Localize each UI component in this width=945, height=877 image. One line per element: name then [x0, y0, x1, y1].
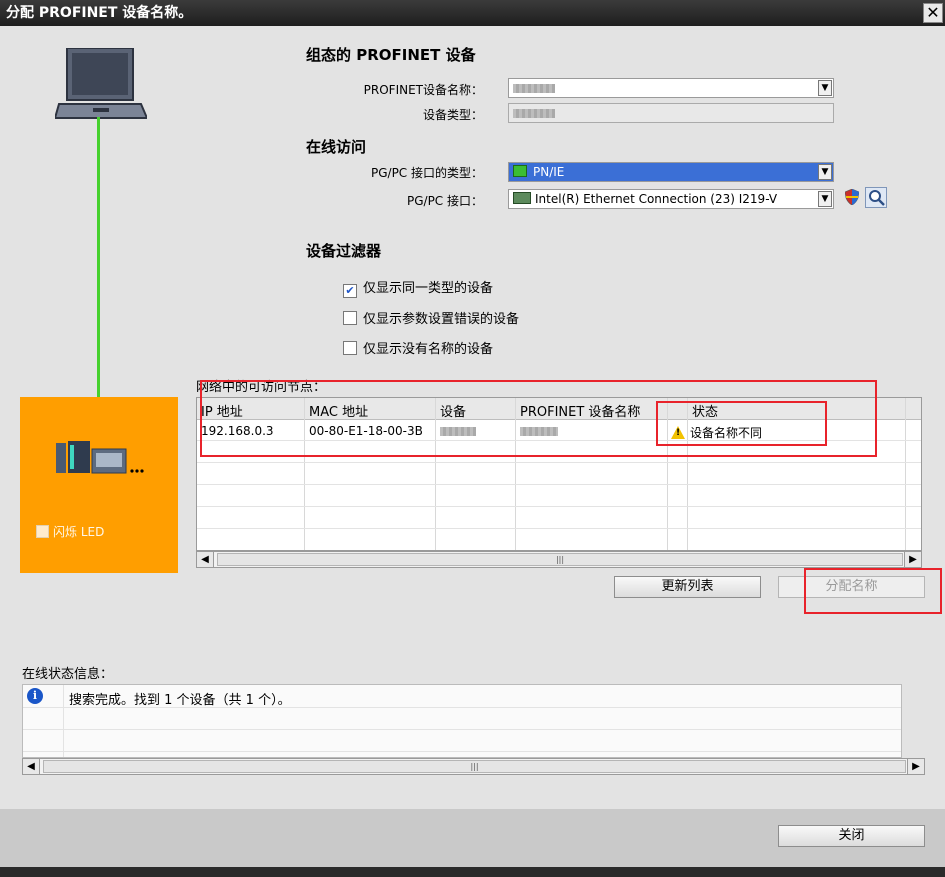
- filter-option-label: 仅显示同一类型的设备: [363, 281, 494, 296]
- filter-no-name-checkbox[interactable]: 仅显示没有名称的设备: [343, 338, 493, 357]
- flash-led-checkbox[interactable]: 闪烁 LED: [36, 523, 104, 540]
- filter-option-label: 仅显示没有名称的设备: [363, 342, 494, 357]
- checkbox-icon: [343, 341, 357, 355]
- device-type-field: [508, 103, 834, 123]
- table-row: [197, 464, 921, 485]
- interface-type-select[interactable]: PN/IE ▼: [508, 162, 834, 182]
- magnifier-icon: [869, 190, 885, 206]
- redacted-value: [513, 109, 555, 118]
- interface-select[interactable]: Intel(R) Ethernet Connection (23) I219-V…: [508, 189, 834, 209]
- title-bar: 分配 PROFINET 设备名称。 ✕: [0, 0, 945, 26]
- scroll-right-icon[interactable]: ▶: [907, 759, 924, 774]
- interface-type-value: PN/IE: [533, 165, 565, 179]
- divider: [23, 729, 901, 730]
- interface-label: PG/PC 接口：: [406, 194, 483, 208]
- configured-device-heading: 组态的 PROFINET 设备: [306, 46, 476, 64]
- table-row: [197, 508, 921, 529]
- plc-device-icon: [56, 441, 144, 474]
- redacted-value: [513, 84, 555, 93]
- chevron-down-icon[interactable]: ▼: [818, 191, 832, 207]
- scroll-right-icon[interactable]: ▶: [904, 552, 921, 567]
- device-type-label: 设备类型：: [422, 108, 483, 122]
- highlight-box: [656, 401, 827, 446]
- status-message: 搜索完成。找到 1 个设备（共 1 个）。: [69, 693, 291, 708]
- checkbox-icon: [343, 311, 357, 325]
- scroll-left-icon[interactable]: ◀: [23, 759, 40, 774]
- device-panel: 闪烁 LED: [20, 397, 178, 573]
- taskbar-edge: [0, 867, 945, 877]
- divider: [23, 751, 901, 752]
- filter-same-type-checkbox[interactable]: ✔ 仅显示同一类型的设备: [343, 277, 493, 298]
- interface-type-label: PG/PC 接口的类型：: [370, 166, 483, 180]
- diagnostics-button[interactable]: [865, 187, 887, 208]
- scroll-thumb[interactable]: |||: [217, 553, 903, 566]
- interface-value: Intel(R) Ethernet Connection (23) I219-V: [535, 192, 778, 206]
- device-name-label: PROFINET设备名称：: [363, 83, 483, 97]
- device-name-combobox[interactable]: ▼: [508, 78, 834, 98]
- close-button[interactable]: 关闭: [778, 825, 925, 847]
- node-list-scrollbar[interactable]: ◀ ||| ▶: [196, 551, 922, 568]
- scroll-thumb[interactable]: |||: [43, 760, 906, 773]
- window-title: 分配 PROFINET 设备名称。: [6, 5, 193, 21]
- close-window-button[interactable]: ✕: [923, 3, 943, 23]
- table-row: [197, 486, 921, 507]
- dialog-footer: 关闭: [0, 809, 945, 867]
- filter-param-error-checkbox[interactable]: 仅显示参数设置错误的设备: [343, 308, 519, 327]
- chevron-down-icon[interactable]: ▼: [818, 164, 832, 180]
- shield-icon[interactable]: [845, 189, 859, 205]
- device-filter-heading: 设备过滤器: [306, 242, 382, 260]
- divider: [63, 685, 64, 757]
- filter-option-label: 仅显示参数设置错误的设备: [363, 312, 520, 327]
- status-scrollbar[interactable]: ◀ ||| ▶: [22, 758, 925, 775]
- info-icon: i: [27, 688, 43, 704]
- checkbox-icon: [36, 525, 49, 538]
- status-info-caption: 在线状态信息：: [22, 667, 114, 682]
- network-card-icon: [513, 192, 531, 204]
- flash-led-label: 闪烁 LED: [53, 525, 105, 539]
- checkmark-icon: ✔: [343, 284, 357, 298]
- pn-ie-icon: [513, 165, 527, 177]
- scroll-left-icon[interactable]: ◀: [197, 552, 214, 567]
- refresh-list-button[interactable]: 更新列表: [614, 576, 761, 598]
- connection-line: [97, 117, 100, 401]
- online-access-heading: 在线访问: [306, 138, 367, 156]
- pg-pc-icon: [55, 48, 147, 119]
- status-info-list: i 搜索完成。找到 1 个设备（共 1 个）。: [22, 684, 902, 758]
- chevron-down-icon[interactable]: ▼: [818, 80, 832, 96]
- highlight-box: [804, 568, 942, 614]
